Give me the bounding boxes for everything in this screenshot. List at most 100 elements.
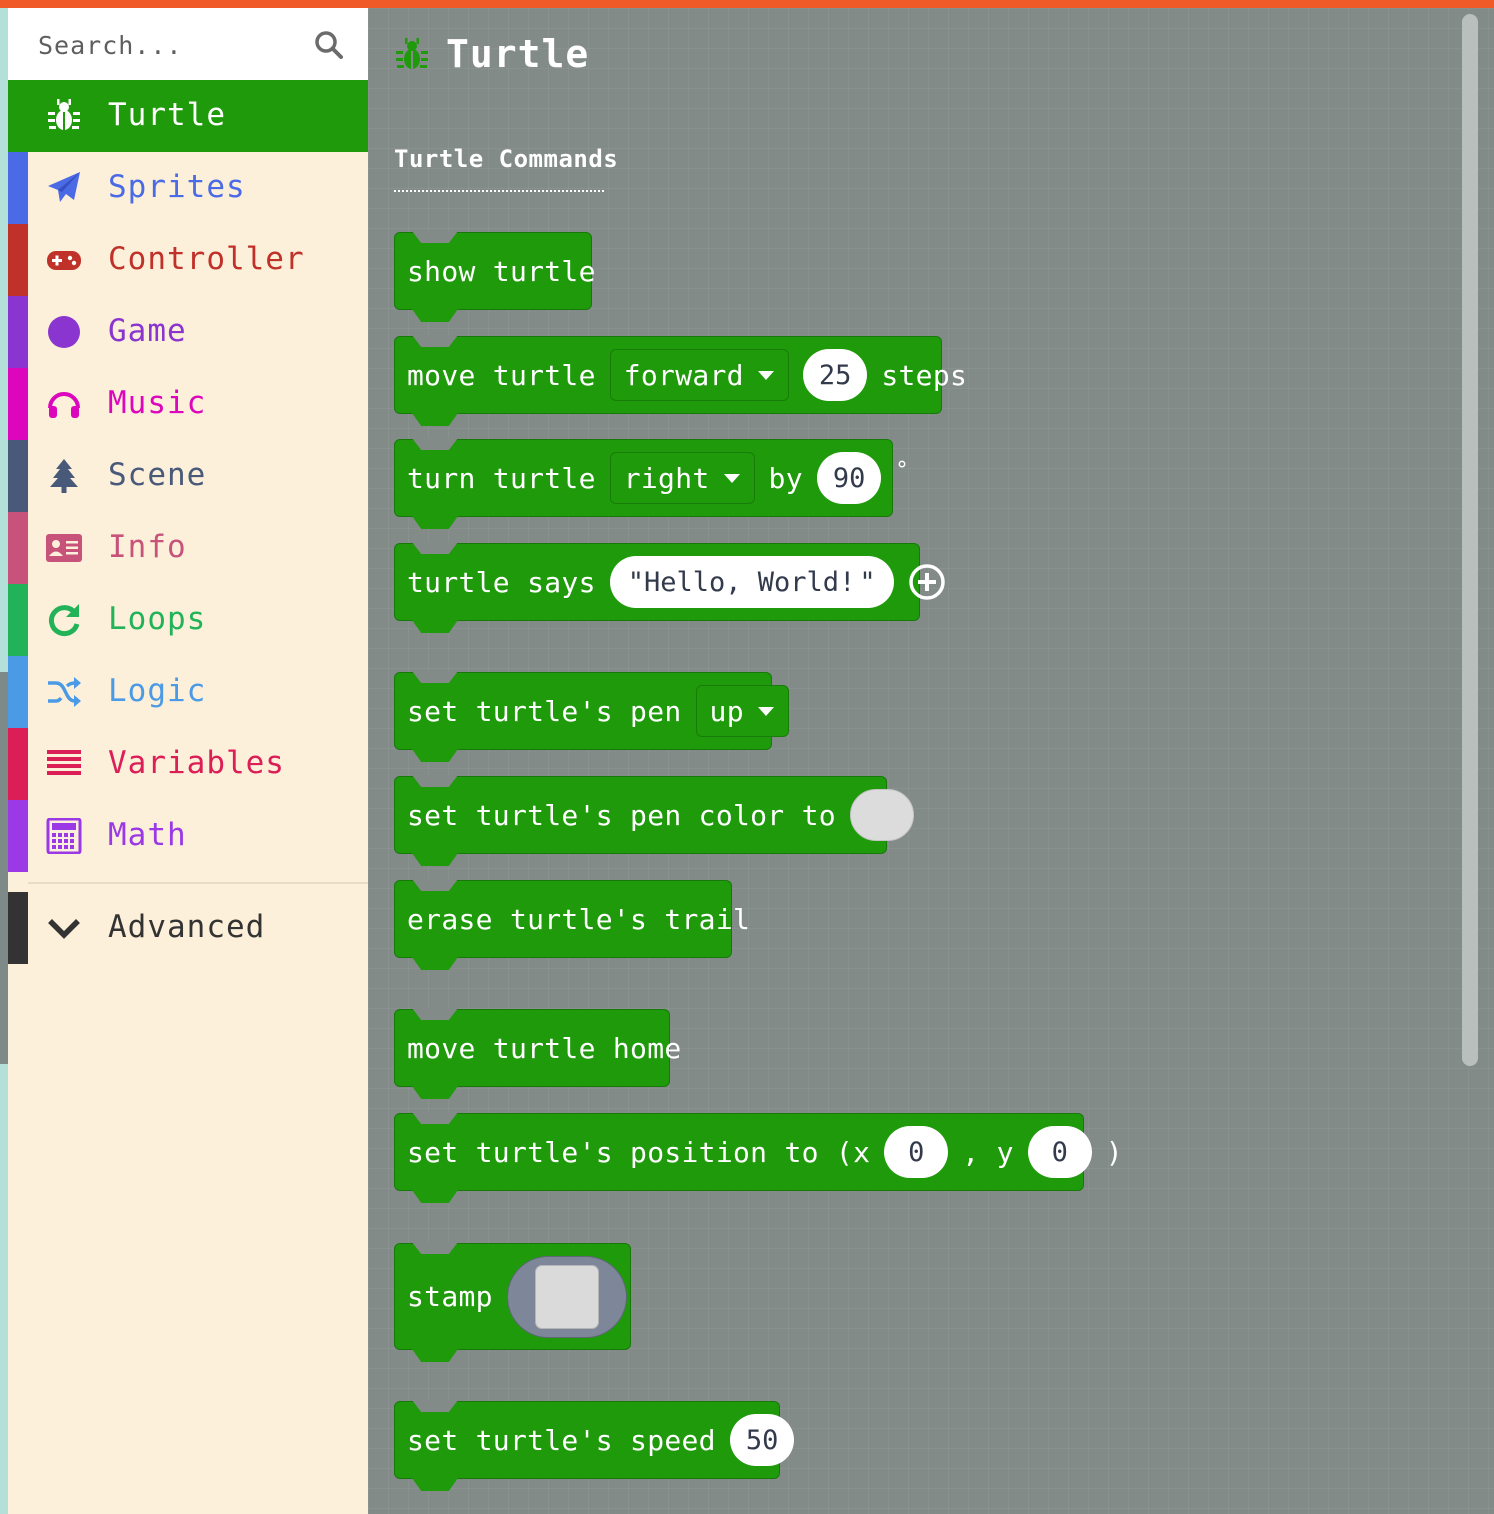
dropdown-value: forward <box>623 358 744 392</box>
close-quote: " <box>859 566 876 598</box>
search-icon[interactable] <box>314 30 344 60</box>
id-card-icon <box>46 534 82 562</box>
degrees-input[interactable]: 90 <box>816 452 882 504</box>
degree-symbol: ° <box>895 457 909 483</box>
category-label: Turtle <box>108 97 226 133</box>
block-turtle-says[interactable]: turtle says " Hello, World! " <box>394 542 945 633</box>
category-color-bar <box>8 296 28 368</box>
block-move-home[interactable]: move turtle home <box>394 1008 681 1099</box>
block-text: move turtle <box>407 358 596 392</box>
category-label: Sprites <box>108 169 246 205</box>
headphones-icon <box>48 392 80 418</box>
block-set-speed[interactable]: set turtle's speed 50 <box>394 1400 795 1491</box>
block-text: set turtle's speed <box>407 1423 716 1457</box>
block-text: stamp <box>407 1280 493 1313</box>
left-edge-strip-dark <box>0 672 8 1064</box>
search-input[interactable] <box>36 26 300 64</box>
x-input[interactable]: 0 <box>884 1126 949 1178</box>
block-show-turtle[interactable]: show turtle <box>394 231 595 322</box>
turn-direction-dropdown[interactable]: right <box>609 452 755 504</box>
speed-input[interactable]: 50 <box>729 1414 795 1466</box>
category-color-bar <box>8 656 28 728</box>
category-music[interactable]: Music <box>8 368 368 440</box>
paper-plane-icon <box>48 172 80 202</box>
block-erase-trail[interactable]: erase turtle's trail <box>394 879 750 970</box>
category-label: Math <box>108 817 187 853</box>
redo-icon <box>48 604 80 637</box>
block-pen-color[interactable]: set turtle's pen color to <box>394 775 914 866</box>
steps-input[interactable]: 25 <box>802 349 868 401</box>
category-turtle[interactable]: Turtle <box>8 80 368 152</box>
category-loops[interactable]: Loops <box>8 584 368 656</box>
category-advanced[interactable]: Advanced <box>8 892 368 964</box>
message-text: Hello, World! <box>644 566 856 598</box>
direction-dropdown[interactable]: forward <box>609 349 789 401</box>
category-math[interactable]: Math <box>8 800 368 872</box>
color-picker[interactable] <box>849 789 914 841</box>
shuffle-icon <box>48 677 81 707</box>
block-text: set turtle's position to (x <box>407 1135 871 1169</box>
block-text: by <box>768 461 803 495</box>
category-variables[interactable]: Variables <box>8 728 368 800</box>
sidebar-divider <box>28 882 368 884</box>
category-color-bar <box>8 512 28 584</box>
block-text: , y <box>962 1135 1014 1169</box>
dropdown-value: up <box>709 694 744 728</box>
category-color-bar <box>8 800 28 872</box>
category-label: Variables <box>108 745 285 781</box>
block-text: move turtle home <box>407 1031 682 1065</box>
caret-down-icon <box>757 370 774 380</box>
block-stamp[interactable]: stamp <box>394 1242 631 1362</box>
block-set-position[interactable]: set turtle's position to (x 0 , y 0 ) <box>394 1112 1123 1203</box>
chevron-down-icon <box>48 919 80 939</box>
pen-state-dropdown[interactable]: up <box>695 685 789 737</box>
image-thumbnail <box>534 1264 599 1329</box>
category-logic[interactable]: Logic <box>8 656 368 728</box>
bug-icon <box>396 38 428 69</box>
gamepad-icon <box>47 251 81 270</box>
category-label: Advanced <box>108 909 266 945</box>
block-text: set turtle's pen color to <box>407 798 836 832</box>
block-text: set turtle's pen <box>407 694 682 728</box>
category-color-bar <box>8 584 28 656</box>
category-controller[interactable]: Controller <box>8 224 368 296</box>
open-quote: " <box>627 566 644 598</box>
dropdown-value: right <box>623 461 710 495</box>
tree-icon <box>50 459 78 493</box>
category-color-bar <box>8 224 28 296</box>
flyout-title: Turtle <box>446 32 590 76</box>
block-set-pen[interactable]: set turtle's pen up <box>394 671 789 762</box>
message-input[interactable]: " Hello, World! " <box>609 556 894 608</box>
block-text: show turtle <box>407 254 596 288</box>
category-scene[interactable]: Scene <box>8 440 368 512</box>
block-text: turn turtle <box>407 461 596 495</box>
category-label: Controller <box>108 241 305 277</box>
category-color-bar <box>8 440 28 512</box>
caret-down-icon <box>757 706 774 716</box>
category-label: Scene <box>108 457 207 493</box>
toolbox-sidebar: Turtle Sprites Controller Game Mu <box>8 8 368 1514</box>
y-input[interactable]: 0 <box>1027 1126 1092 1178</box>
category-label: Logic <box>108 673 207 709</box>
category-label: Game <box>108 313 187 349</box>
bug-icon <box>48 99 80 130</box>
section-underline <box>394 190 604 192</box>
block-turn-turtle[interactable]: turn turtle right by 90 ° <box>394 438 909 529</box>
image-picker[interactable] <box>506 1255 627 1338</box>
category-color-bar <box>8 368 28 440</box>
calculator-icon <box>46 818 82 854</box>
block-text: turtle says <box>407 565 596 599</box>
category-info[interactable]: Info <box>8 512 368 584</box>
category-label: Loops <box>108 601 207 637</box>
caret-down-icon <box>723 473 740 483</box>
add-circle-icon[interactable] <box>908 563 946 601</box>
top-accent-bar <box>0 0 1494 8</box>
category-color-bar <box>8 728 28 800</box>
category-color-bar <box>8 892 28 964</box>
block-move-turtle[interactable]: move turtle forward 25 steps <box>394 335 967 426</box>
block-text: ) <box>1105 1135 1123 1169</box>
flyout-scrollbar[interactable] <box>1462 14 1478 1066</box>
category-sprites[interactable]: Sprites <box>8 152 368 224</box>
section-label: Turtle Commands <box>394 145 619 173</box>
category-game[interactable]: Game <box>8 296 368 368</box>
